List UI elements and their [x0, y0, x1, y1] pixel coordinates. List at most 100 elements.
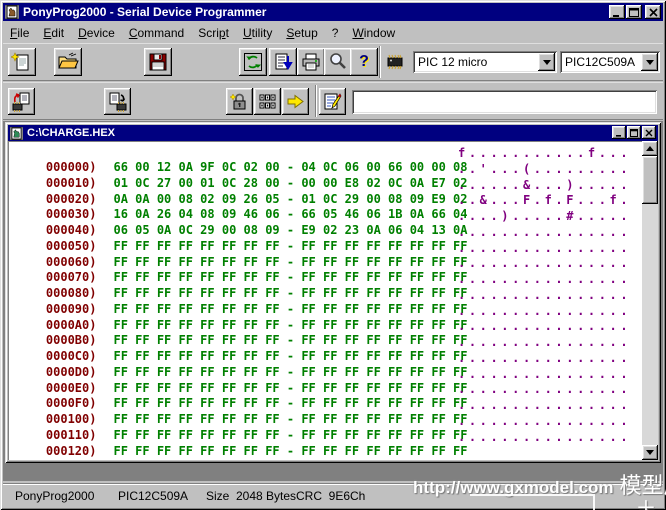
open-folder-icon: [57, 51, 79, 73]
save-button[interactable]: [144, 48, 172, 76]
security-lock-button[interactable]: [226, 88, 253, 115]
edit-notes-button[interactable]: [319, 88, 346, 115]
toolbar-separator: [379, 46, 381, 78]
magnifier-icon: [327, 51, 349, 73]
document-down-arrow-icon: [272, 51, 294, 73]
window-title: PonyProg2000 - Serial Device Programmer: [23, 5, 266, 19]
menu-edit[interactable]: Edit: [36, 24, 71, 42]
hex-window-title: C:\CHARGE.HEX: [27, 127, 115, 139]
menu-window[interactable]: Window: [345, 24, 402, 42]
titlebar[interactable]: PonyProg2000 - Serial Device Programmer: [3, 3, 663, 21]
hex-close-button[interactable]: [642, 126, 656, 139]
minimize-icon: [612, 8, 622, 17]
close-icon: [649, 8, 658, 17]
hex-editor-window: C:\CHARGE.HEX 000000)66 00 12 0A 9F 0C 0…: [5, 122, 661, 463]
statusbar: PonyProg2000 PIC12C509A Size 2048 Bytes …: [3, 483, 663, 507]
go-button[interactable]: [282, 88, 309, 115]
hex-minimize-button[interactable]: [612, 126, 626, 139]
hex-row: 000040)06 05 0A 0C 29 00 08 09 - E9 02 2…: [17, 209, 638, 225]
config-bits-button[interactable]: [254, 88, 281, 115]
menu-file[interactable]: File: [3, 24, 36, 42]
menu-script[interactable]: Script: [191, 24, 236, 42]
hex-ascii: ................: [458, 272, 631, 286]
menu-command[interactable]: Command: [122, 24, 191, 42]
app-pony-icon: [5, 5, 19, 19]
scroll-down-button[interactable]: [642, 445, 658, 460]
read-device-button[interactable]: [8, 88, 35, 115]
hex-bytes: FF FF FF FF FF FF FF FF - FF FF FF FF FF…: [113, 444, 467, 458]
status-size: Size 2048 Bytes: [206, 489, 296, 503]
chip-icon: [384, 52, 406, 72]
status-app-name: PonyProg2000: [15, 489, 94, 503]
open-button[interactable]: [54, 48, 82, 76]
arrow-right-icon: [285, 91, 306, 112]
hex-ascii: ................: [458, 225, 631, 239]
hex-ascii: ................: [458, 256, 631, 270]
menu-device[interactable]: Device: [71, 24, 122, 42]
hex-ascii: ................: [458, 382, 631, 396]
hex-row: 0000F0)FF FF FF FF FF FF FF FF - FF FF F…: [17, 382, 638, 398]
reload-button[interactable]: [239, 48, 267, 76]
toolbar-main: ? PIC 12 micro PIC12C509A: [3, 43, 663, 81]
arrow-down-icon: [646, 450, 654, 455]
hex-ascii: ................: [458, 288, 631, 302]
print-button[interactable]: [297, 48, 325, 76]
status-device: PIC12C509A: [118, 489, 188, 503]
question-icon: ?: [359, 53, 369, 71]
read-device-icon: [11, 91, 32, 112]
hex-row: 0000B0)FF FF FF FF FF FF FF FF - FF FF F…: [17, 319, 638, 335]
help-button[interactable]: ?: [350, 48, 378, 76]
hex-row: 0000A0)FF FF FF FF FF FF FF FF - FF FF F…: [17, 304, 638, 320]
hex-row: 000050)FF FF FF FF FF FF FF FF - FF FF F…: [17, 225, 638, 241]
menu-help[interactable]: ?: [325, 24, 346, 42]
minimize-button[interactable]: [609, 5, 625, 19]
hex-row: 000080)FF FF FF FF FF FF FF FF - FF FF F…: [17, 272, 638, 288]
hex-row: 000110)FF FF FF FF FF FF FF FF - FF FF F…: [17, 414, 638, 430]
device-model-select[interactable]: PIC12C509A: [560, 51, 660, 73]
maximize-icon: [630, 129, 638, 137]
close-icon: [645, 129, 653, 137]
program-cycle-button[interactable]: [269, 48, 297, 76]
device-model-value: PIC12C509A: [560, 55, 641, 69]
hex-ascii: ................: [458, 319, 631, 333]
hex-window-titlebar[interactable]: C:\CHARGE.HEX: [8, 125, 658, 141]
maximize-icon: [629, 8, 639, 17]
edit-notes-icon: [322, 91, 343, 112]
chevron-down-icon[interactable]: [641, 53, 658, 71]
hex-ascii: ................: [458, 430, 631, 444]
hex-row: 000000)66 00 12 0A 9F 0C 02 00 - 04 0C 0…: [17, 146, 638, 162]
menubar: File Edit Device Command Script Utility …: [3, 23, 663, 42]
new-button[interactable]: [8, 48, 36, 76]
hex-ascii: ..'...(.........: [458, 162, 631, 176]
close-button[interactable]: [645, 5, 661, 19]
scroll-up-button[interactable]: [642, 141, 658, 156]
hex-ascii: ................: [458, 367, 631, 381]
hex-ascii: ................: [458, 351, 631, 365]
write-device-button[interactable]: [104, 88, 131, 115]
hex-maximize-button[interactable]: [627, 126, 641, 139]
menu-utility[interactable]: Utility: [236, 24, 279, 42]
hex-ascii: ................: [458, 414, 631, 428]
write-device-icon: [107, 91, 128, 112]
toolbar-separator: [315, 85, 317, 117]
hex-ascii: ................: [458, 304, 631, 318]
hex-row: 000060)FF FF FF FF FF FF FF FF - FF FF F…: [17, 241, 638, 257]
lock-icon: [229, 91, 250, 112]
hex-row: 0000E0)FF FF FF FF FF FF FF FF - FF FF F…: [17, 367, 638, 383]
hex-row: 000090)FF FF FF FF FF FF FF FF - FF FF F…: [17, 288, 638, 304]
hex-row: 0000C0)FF FF FF FF FF FF FF FF - FF FF F…: [17, 335, 638, 351]
device-notes-field[interactable]: [352, 90, 657, 114]
device-family-select[interactable]: PIC 12 micro: [413, 51, 557, 73]
save-floppy-icon: [147, 51, 169, 73]
vertical-scrollbar[interactable]: [642, 141, 658, 460]
inspect-button[interactable]: [324, 48, 352, 76]
file-pony-icon: [10, 127, 23, 140]
maximize-button[interactable]: [626, 5, 642, 19]
scrollbar-thumb[interactable]: [642, 156, 658, 204]
device-family-value: PIC 12 micro: [413, 55, 538, 69]
hex-rows: 000000)66 00 12 0A 9F 0C 02 00 - 04 0C 0…: [17, 146, 638, 458]
chevron-down-icon[interactable]: [538, 53, 555, 71]
status-crc: CRC 9E6Ch: [296, 489, 365, 503]
hex-ascii: ................: [458, 398, 631, 412]
menu-setup[interactable]: Setup: [279, 24, 324, 42]
